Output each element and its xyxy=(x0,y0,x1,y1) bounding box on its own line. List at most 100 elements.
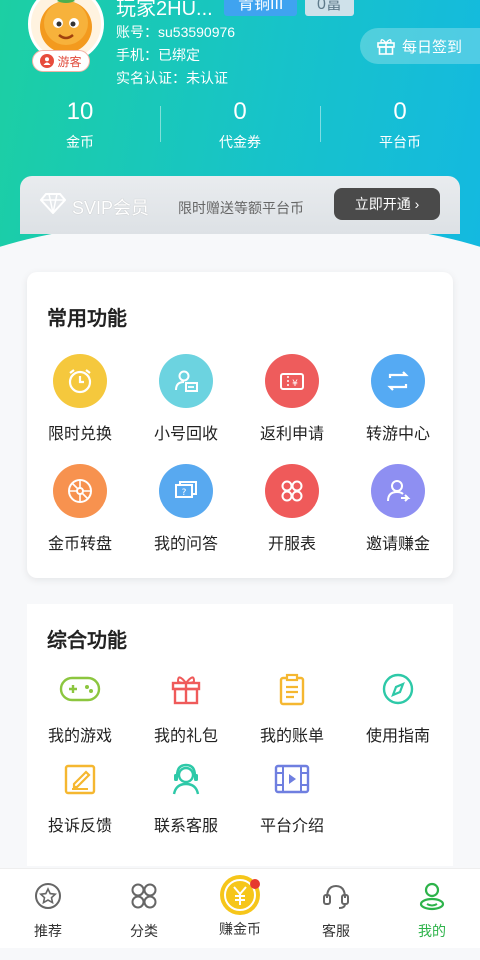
stat-label: 代金券 xyxy=(219,134,261,150)
bottom-safe-area xyxy=(0,948,480,960)
svip-banner[interactable]: SVIP会员 限时赠送等额平台币 立即开通 › xyxy=(20,176,460,234)
transfer-icon xyxy=(371,354,425,408)
guest-label: 游客 xyxy=(57,54,82,69)
level-badge[interactable]: 青铜III xyxy=(224,0,298,16)
general-contact-service[interactable]: 联系客服 xyxy=(133,756,239,836)
function-label: 开服表 xyxy=(267,536,316,553)
general-label: 平台介绍 xyxy=(259,818,324,835)
daily-checkin-button[interactable]: 每日签到 xyxy=(360,28,480,64)
general-complaint-feedback[interactable]: 投诉反馈 xyxy=(27,756,133,836)
function-invite-earn[interactable]: 邀请赚金 xyxy=(345,464,451,554)
rebate-ticket-icon: ¥ xyxy=(265,354,319,408)
tab-customer-service[interactable]: 客服 xyxy=(288,869,384,948)
tab-label: 我的 xyxy=(418,923,446,939)
customer-service-icon xyxy=(163,756,209,802)
tab-earn-coins[interactable]: 赚金币 xyxy=(192,869,288,948)
stat-value: 10 xyxy=(66,98,94,125)
guest-badge: 游客 xyxy=(32,50,90,72)
tab-label: 分类 xyxy=(130,923,158,939)
function-label: 限时兑换 xyxy=(47,426,112,443)
stat-value: 0 xyxy=(393,98,407,125)
common-functions-grid: 限时兑换 小号回收 ¥ 返利申请 转游中心 xyxy=(27,354,453,444)
general-user-guide[interactable]: 使用指南 xyxy=(345,666,451,746)
tab-recommend[interactable]: 推荐 xyxy=(0,869,96,948)
alarm-clock-icon xyxy=(53,354,107,408)
general-label: 投诉反馈 xyxy=(47,818,112,835)
headset-icon xyxy=(319,879,353,913)
stat-value: 0 xyxy=(233,98,247,125)
function-coin-wheel[interactable]: 金币转盘 xyxy=(27,464,133,554)
gift-icon xyxy=(163,666,209,712)
balance-stats: 10 金币 0 代金券 0 平台币 xyxy=(0,96,480,152)
stat-platform-coins[interactable]: 0 平台币 xyxy=(320,96,480,152)
invite-icon xyxy=(371,464,425,518)
general-label: 联系客服 xyxy=(153,818,218,835)
realname-status: 实名认证：未认证 xyxy=(116,70,228,86)
section-title: 常用功能 xyxy=(47,308,127,330)
checkin-label: 每日签到 xyxy=(402,38,463,56)
phone-status: 手机：已绑定 xyxy=(116,47,200,63)
user-icon xyxy=(415,879,449,913)
function-rebate-apply[interactable]: ¥ 返利申请 xyxy=(239,354,345,444)
function-my-qa[interactable]: ? 我的问答 xyxy=(133,464,239,554)
general-functions-grid: 我的游戏 我的礼包 我的账单 使用指南 xyxy=(27,666,453,746)
svip-description: 限时赠送等额平台币 xyxy=(178,200,304,216)
general-platform-intro[interactable]: 平台介绍 xyxy=(239,756,345,836)
function-account-recycle[interactable]: 小号回收 xyxy=(133,354,239,444)
common-functions-card: 常用功能 限时兑换 小号回收 ¥ 返利申请 转游中心 金币转盘 ? 我的问答 开… xyxy=(27,272,453,578)
tab-mine[interactable]: 我的 xyxy=(384,869,480,948)
svip-title: SVIP会员 xyxy=(72,198,150,218)
profile-header: 游客 玩家2HU... 青铜III 0富 账号：su53590976 手机：已绑… xyxy=(0,0,480,250)
qa-icon: ? xyxy=(159,464,213,518)
server-grid-icon xyxy=(265,464,319,518)
person-icon xyxy=(40,54,55,68)
account-recycle-icon xyxy=(159,354,213,408)
tab-label: 客服 xyxy=(322,923,350,939)
svg-text:?: ? xyxy=(182,488,187,498)
notification-dot xyxy=(250,879,260,889)
wheel-icon xyxy=(53,464,107,518)
general-label: 我的游戏 xyxy=(47,728,112,745)
stat-label: 金币 xyxy=(66,134,94,150)
function-transfer-center[interactable]: 转游中心 xyxy=(345,354,451,444)
general-functions-section: 综合功能 我的游戏 我的礼包 我的账单 使用指南 投诉反馈 联系客服 平台介绍 xyxy=(27,604,453,866)
bill-icon xyxy=(269,666,315,712)
category-icon xyxy=(127,879,161,913)
general-my-gifts[interactable]: 我的礼包 xyxy=(133,666,239,746)
common-functions-grid-row2: 金币转盘 ? 我的问答 开服表 邀请赚金 xyxy=(27,464,453,554)
function-label: 邀请赚金 xyxy=(365,536,430,553)
general-functions-grid-row2: 投诉反馈 联系客服 平台介绍 xyxy=(27,756,453,836)
tab-category[interactable]: 分类 xyxy=(96,869,192,948)
gamepad-icon xyxy=(57,666,103,712)
tab-label: 推荐 xyxy=(34,923,62,939)
diamond-icon xyxy=(40,193,66,214)
svip-open-button[interactable]: 立即开通 › xyxy=(334,188,440,220)
video-intro-icon xyxy=(269,756,315,802)
function-label: 转游中心 xyxy=(365,426,430,443)
gift-icon xyxy=(377,39,395,55)
stat-label: 平台币 xyxy=(379,134,421,150)
general-my-bills[interactable]: 我的账单 xyxy=(239,666,345,746)
feedback-edit-icon xyxy=(57,756,103,802)
general-label: 使用指南 xyxy=(365,728,430,745)
account-id: 账号：su53590976 xyxy=(116,24,236,40)
username: 玩家2HU... xyxy=(116,0,213,20)
compass-icon xyxy=(375,666,421,712)
general-label: 我的礼包 xyxy=(153,728,218,745)
svg-text:¥: ¥ xyxy=(292,379,298,389)
function-label: 返利申请 xyxy=(259,426,324,443)
star-icon xyxy=(31,879,65,913)
general-my-games[interactable]: 我的游戏 xyxy=(27,666,133,746)
wealth-badge[interactable]: 0富 xyxy=(305,0,354,16)
general-label: 我的账单 xyxy=(259,728,324,745)
function-label: 小号回收 xyxy=(153,426,218,443)
stat-coins[interactable]: 10 金币 xyxy=(0,96,160,152)
function-limited-exchange[interactable]: 限时兑换 xyxy=(27,354,133,444)
function-label: 我的问答 xyxy=(153,536,218,553)
function-label: 金币转盘 xyxy=(47,536,112,553)
stat-vouchers[interactable]: 0 代金券 xyxy=(160,96,320,152)
tab-label: 赚金币 xyxy=(219,921,261,937)
bottom-tab-bar: 推荐 分类 赚金币 客服 我的 xyxy=(0,868,480,948)
function-server-schedule[interactable]: 开服表 xyxy=(239,464,345,554)
section-title: 综合功能 xyxy=(47,630,127,652)
